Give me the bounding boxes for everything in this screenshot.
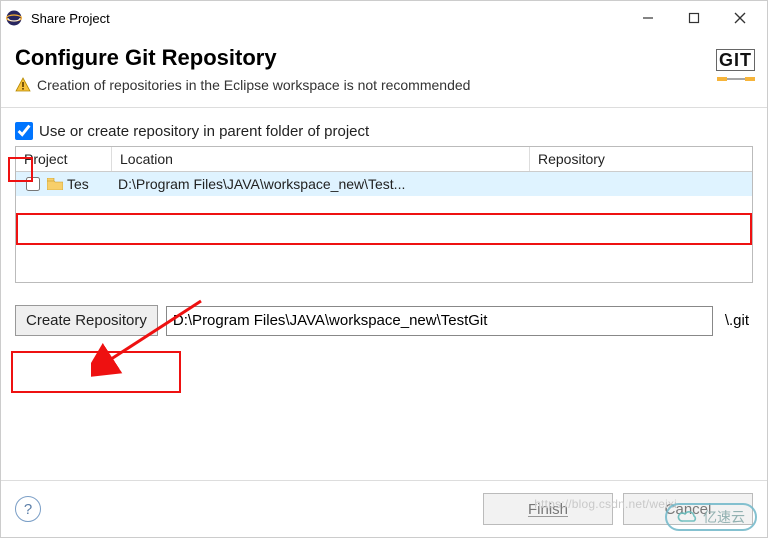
cell-project-text: Tes xyxy=(67,176,89,192)
row-checkbox[interactable] xyxy=(26,177,40,191)
close-button[interactable] xyxy=(717,3,763,33)
git-decoration: GIT xyxy=(716,49,755,89)
minimize-button[interactable] xyxy=(625,3,671,33)
watermark-brand: 亿速云 xyxy=(665,503,757,531)
warning-row: Creation of repositories in the Eclipse … xyxy=(15,77,753,93)
watermark-url: https://blog.csdn.net/weixi xyxy=(534,497,677,511)
warning-text: Creation of repositories in the Eclipse … xyxy=(37,77,470,93)
table-header: Project Location Repository xyxy=(16,147,752,172)
repository-path-input[interactable] xyxy=(166,306,713,336)
use-parent-folder-label: Use or create repository in parent folde… xyxy=(39,123,369,140)
window-title: Share Project xyxy=(31,11,625,26)
maximize-button[interactable] xyxy=(671,3,717,33)
create-repository-row: Create Repository \.git xyxy=(15,305,753,336)
eclipse-icon xyxy=(5,9,23,27)
cell-location: D:\Program Files\JAVA\workspace_new\Test… xyxy=(112,176,530,192)
folder-icon xyxy=(47,178,63,190)
col-repository[interactable]: Repository xyxy=(530,147,752,171)
create-repository-button[interactable]: Create Repository xyxy=(15,305,158,336)
cloud-icon xyxy=(677,510,699,524)
git-badge-text: GIT xyxy=(716,49,755,71)
warning-icon xyxy=(15,77,31,93)
table-body: Tes D:\Program Files\JAVA\workspace_new\… xyxy=(16,172,752,282)
col-project[interactable]: Project xyxy=(16,147,112,171)
use-parent-folder-option[interactable]: Use or create repository in parent folde… xyxy=(15,122,753,140)
dialog-header: Configure Git Repository Creation of rep… xyxy=(1,35,767,108)
titlebar: Share Project xyxy=(1,1,767,35)
table-row[interactable]: Tes D:\Program Files\JAVA\workspace_new\… xyxy=(16,172,752,196)
repository-suffix-label: \.git xyxy=(721,312,753,329)
dialog-body: Use or create repository in parent folde… xyxy=(1,108,767,480)
use-parent-folder-checkbox[interactable] xyxy=(15,122,33,140)
help-button[interactable]: ? xyxy=(15,496,41,522)
share-project-dialog: Share Project Configure Git Repository C… xyxy=(0,0,768,538)
connector-icon xyxy=(717,74,755,84)
projects-table: Project Location Repository Tes D:\Progr… xyxy=(15,146,753,283)
cell-project: Tes xyxy=(16,174,112,194)
col-location[interactable]: Location xyxy=(112,147,530,171)
dialog-heading: Configure Git Repository xyxy=(15,45,753,71)
window-controls xyxy=(625,3,763,33)
